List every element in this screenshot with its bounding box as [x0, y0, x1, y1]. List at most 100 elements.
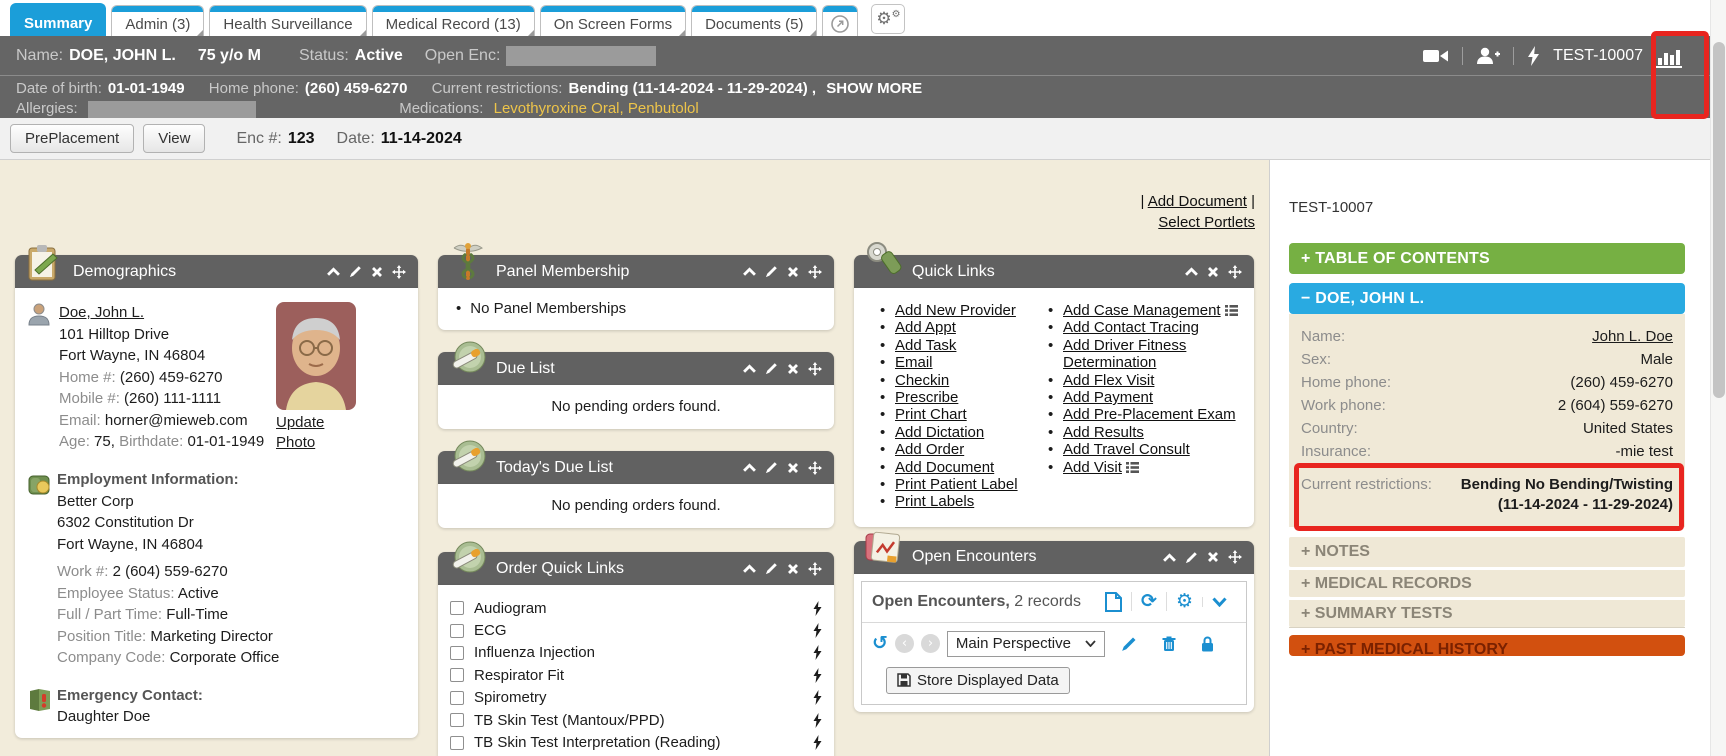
- medications-value[interactable]: Levothyroxine Oral, Penbutolol: [494, 100, 699, 117]
- lightning-icon[interactable]: [813, 713, 822, 728]
- quick-link[interactable]: Add Driver Fitness Determination: [1063, 337, 1186, 371]
- quick-link[interactable]: Email: [895, 354, 933, 371]
- move-icon[interactable]: [1228, 265, 1242, 279]
- checkbox[interactable]: [450, 646, 464, 660]
- collapse-icon[interactable]: [327, 267, 340, 276]
- close-icon[interactable]: [787, 363, 799, 375]
- edit-icon[interactable]: [765, 461, 778, 474]
- show-more-link[interactable]: SHOW MORE: [826, 80, 922, 97]
- move-icon[interactable]: [1228, 550, 1242, 564]
- select-portlets-link[interactable]: Select Portlets: [1158, 214, 1255, 231]
- close-icon[interactable]: [787, 266, 799, 278]
- update-photo-link[interactable]: Update Photo: [276, 413, 336, 453]
- order-checkbox-row[interactable]: Influenza Injection: [450, 642, 822, 664]
- view-button[interactable]: View: [143, 124, 205, 153]
- move-icon[interactable]: [808, 362, 822, 376]
- undo-icon[interactable]: ↺: [872, 634, 888, 653]
- quick-link[interactable]: Add Task: [895, 337, 956, 354]
- sidebar-section-header[interactable]: + NOTES: [1289, 537, 1685, 567]
- quick-link[interactable]: Add New Provider: [895, 302, 1016, 319]
- quick-link[interactable]: Add Travel Consult: [1063, 441, 1190, 458]
- perspective-select[interactable]: Main Perspective: [947, 631, 1105, 657]
- move-icon[interactable]: [808, 461, 822, 475]
- lightning-icon[interactable]: [813, 690, 822, 705]
- add-document-link[interactable]: Add Document: [1148, 193, 1247, 210]
- prev-icon[interactable]: ‹: [895, 634, 914, 653]
- checkbox[interactable]: [450, 624, 464, 638]
- order-checkbox-row[interactable]: TB Skin Test (Mantoux/PPD): [450, 709, 822, 731]
- checkbox[interactable]: [450, 668, 464, 682]
- lightning-icon[interactable]: [813, 601, 822, 616]
- vertical-scrollbar[interactable]: [1710, 0, 1726, 756]
- sidebar-section-header[interactable]: + SUMMARY TESTS: [1289, 597, 1685, 627]
- quick-link[interactable]: Add Results: [1063, 424, 1144, 441]
- quick-link[interactable]: Add Document: [895, 459, 994, 476]
- checkbox[interactable]: [450, 713, 464, 727]
- quick-link[interactable]: Add Case Management: [1063, 302, 1221, 319]
- move-icon[interactable]: [808, 265, 822, 279]
- collapse-icon[interactable]: [743, 564, 756, 573]
- order-checkbox-row[interactable]: ECG: [450, 619, 822, 641]
- store-displayed-data-button[interactable]: Store Displayed Data: [886, 667, 1070, 694]
- close-icon[interactable]: [1207, 266, 1219, 278]
- nav-tab[interactable]: Health Surveillance: [209, 5, 366, 36]
- quick-link[interactable]: Add Visit: [1063, 459, 1122, 476]
- lightning-icon[interactable]: [813, 668, 822, 683]
- collapse-icon[interactable]: [743, 364, 756, 373]
- order-checkbox-row[interactable]: Audiogram: [450, 597, 822, 619]
- close-icon[interactable]: [787, 563, 799, 575]
- quick-link[interactable]: Add Pre-Placement Exam: [1063, 406, 1236, 423]
- edit-icon[interactable]: [765, 562, 778, 575]
- collapse-icon[interactable]: [1163, 553, 1176, 562]
- close-icon[interactable]: [371, 266, 383, 278]
- quick-link[interactable]: Checkin: [895, 372, 949, 389]
- quick-link[interactable]: Add Order: [895, 441, 964, 458]
- past-medical-history-header[interactable]: + PAST MEDICAL HISTORY: [1289, 635, 1685, 656]
- move-icon[interactable]: [808, 562, 822, 576]
- quick-link[interactable]: Prescribe: [895, 389, 958, 406]
- gear-icon[interactable]: ⚙: [1166, 592, 1202, 611]
- preplacement-button[interactable]: PrePlacement: [10, 124, 134, 153]
- refresh-icon[interactable]: ⟳: [1131, 592, 1166, 611]
- nav-tab[interactable]: Summary: [10, 3, 106, 36]
- quick-link[interactable]: Print Chart: [895, 406, 967, 423]
- quick-link[interactable]: Add Flex Visit: [1063, 372, 1154, 389]
- lock-icon[interactable]: [1192, 636, 1223, 652]
- new-document-icon[interactable]: [1096, 592, 1131, 612]
- edit-icon[interactable]: [1185, 551, 1198, 564]
- edit-icon[interactable]: [765, 265, 778, 278]
- quick-link[interactable]: Add Payment: [1063, 389, 1153, 406]
- quick-link[interactable]: Print Labels: [895, 493, 974, 510]
- external-link-tab[interactable]: [822, 5, 858, 36]
- chevron-down-icon[interactable]: [1202, 597, 1236, 607]
- checkbox[interactable]: [450, 691, 464, 705]
- edit-icon[interactable]: [1112, 636, 1146, 652]
- lightning-icon[interactable]: [1527, 46, 1540, 66]
- delete-icon[interactable]: [1153, 636, 1185, 652]
- quick-link[interactable]: Print Patient Label: [895, 476, 1018, 493]
- close-icon[interactable]: [1207, 551, 1219, 563]
- close-icon[interactable]: [787, 462, 799, 474]
- collapse-icon[interactable]: [743, 267, 756, 276]
- settings-gears-button[interactable]: ⚙⚙: [871, 4, 905, 34]
- order-checkbox-row[interactable]: Respirator Fit: [450, 664, 822, 686]
- quick-link[interactable]: Add Appt: [895, 319, 956, 336]
- table-of-contents-header[interactable]: + TABLE OF CONTENTS: [1289, 243, 1685, 274]
- nav-tab[interactable]: On Screen Forms: [540, 5, 686, 36]
- checkbox[interactable]: [450, 601, 464, 615]
- quick-link[interactable]: Add Contact Tracing: [1063, 319, 1199, 336]
- next-icon[interactable]: ›: [921, 634, 940, 653]
- collapse-icon[interactable]: [1185, 267, 1198, 276]
- order-checkbox-row[interactable]: Spirometry: [450, 687, 822, 709]
- edit-icon[interactable]: [349, 265, 362, 278]
- video-camera-icon[interactable]: [1423, 48, 1449, 64]
- patient-section-header[interactable]: − DOE, JOHN L.: [1289, 283, 1685, 314]
- quick-link[interactable]: Add Dictation: [895, 424, 984, 441]
- order-checkbox-row[interactable]: TB Skin Test Interpretation (Reading): [450, 731, 822, 753]
- chart-icon[interactable]: [1656, 44, 1682, 68]
- collapse-icon[interactable]: [743, 463, 756, 472]
- nav-tab[interactable]: Medical Record (13): [372, 5, 535, 36]
- lightning-icon[interactable]: [813, 645, 822, 660]
- scrollbar-thumb[interactable]: [1713, 42, 1725, 398]
- sidebar-section-header[interactable]: + MEDICAL RECORDS: [1289, 567, 1685, 597]
